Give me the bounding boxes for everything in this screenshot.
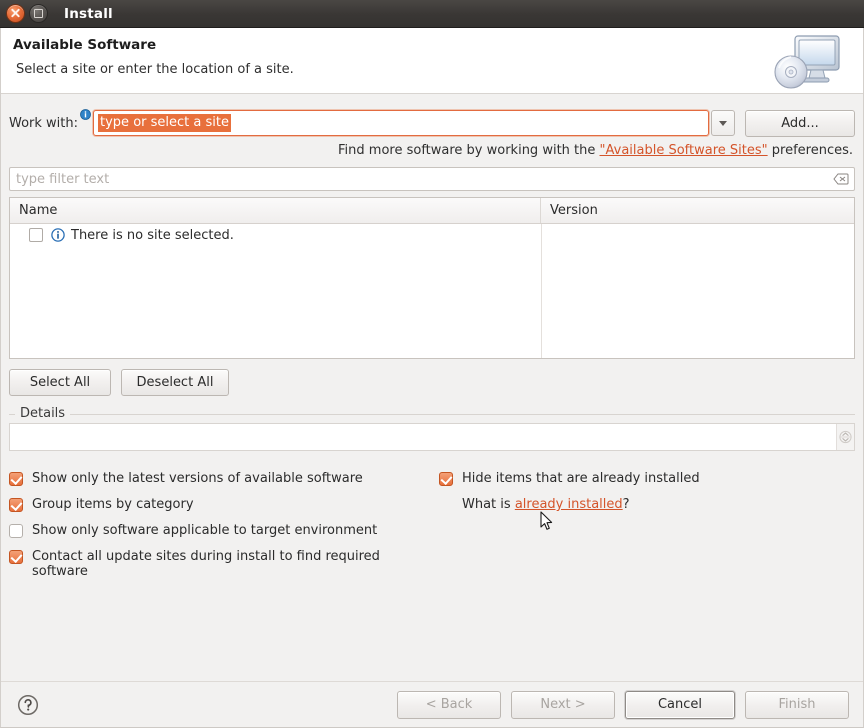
- options-section: Show only the latest versions of availab…: [9, 471, 855, 611]
- what-is-suffix: ?: [622, 497, 630, 512]
- option-label: Contact all update sites during install …: [32, 549, 380, 579]
- available-software-sites-link[interactable]: "Available Software Sites": [600, 143, 768, 158]
- checkbox-contact-all-update-sites[interactable]: [9, 550, 23, 564]
- filter-input[interactable]: type filter text: [9, 167, 855, 191]
- what-is-prefix: What is: [462, 497, 515, 512]
- info-decoration-icon: [80, 109, 91, 120]
- back-button[interactable]: < Back: [397, 690, 501, 719]
- checkbox-hide-already-installed[interactable]: [439, 472, 453, 486]
- window-titlebar: Install: [0, 0, 864, 28]
- options-column-right: Hide items that are already installed Wh…: [439, 471, 859, 512]
- install-dialog: Available Software Select a site or ente…: [0, 28, 864, 728]
- selection-buttons: Select All Deselect All: [9, 369, 855, 396]
- option-label: Group items by category: [32, 497, 194, 512]
- install-monitor-disc-icon: [771, 32, 849, 94]
- window-title: Install: [64, 5, 113, 22]
- option-label: Hide items that are already installed: [462, 471, 700, 486]
- details-group: Details: [9, 406, 855, 451]
- options-column-left: Show only the latest versions of availab…: [9, 471, 429, 590]
- what-is-already-installed-text: What is already installed?: [462, 497, 859, 512]
- software-tree[interactable]: Name Version There is no site selected.: [9, 197, 855, 359]
- checkbox-group-by-category[interactable]: [9, 498, 23, 512]
- info-icon: [51, 228, 65, 242]
- details-text: [10, 424, 836, 450]
- row-checkbox[interactable]: [29, 228, 43, 242]
- dialog-footer: < Back Next > Cancel Finish: [1, 681, 863, 727]
- option-label: Show only the latest versions of availab…: [32, 471, 363, 486]
- option-hide-already-installed[interactable]: Hide items that are already installed: [439, 471, 859, 486]
- dialog-banner: Available Software Select a site or ente…: [1, 28, 863, 94]
- next-button[interactable]: Next >: [511, 690, 615, 719]
- clear-text-icon[interactable]: [828, 168, 854, 190]
- checkbox-applicable-target-environment[interactable]: [9, 524, 23, 538]
- find-more-prefix: Find more software by working with the: [338, 143, 600, 158]
- work-with-row: Work with: type or select a site Add...: [9, 108, 855, 138]
- work-with-label: Work with:: [9, 115, 79, 131]
- page-subtitle: Select a site or enter the location of a…: [16, 62, 294, 77]
- column-header-name[interactable]: Name: [10, 198, 541, 223]
- option-group-by-category[interactable]: Group items by category: [9, 497, 429, 512]
- work-with-input[interactable]: type or select a site: [98, 114, 231, 132]
- select-all-button[interactable]: Select All: [9, 369, 111, 396]
- help-question-icon[interactable]: [15, 692, 41, 718]
- details-panel: [9, 423, 855, 451]
- close-icon[interactable]: [6, 4, 25, 23]
- option-label: Show only software applicable to target …: [32, 523, 378, 538]
- details-divider: [9, 414, 855, 415]
- work-with-combo[interactable]: type or select a site: [93, 110, 709, 136]
- cancel-button[interactable]: Cancel: [625, 690, 735, 719]
- page-title: Available Software: [13, 37, 157, 53]
- column-divider: [541, 224, 542, 358]
- details-label: Details: [15, 406, 71, 421]
- maximize-icon[interactable]: [29, 4, 48, 23]
- column-header-version[interactable]: Version: [541, 198, 854, 223]
- dialog-content: Work with: type or select a site Add... …: [1, 94, 863, 727]
- option-show-latest-versions[interactable]: Show only the latest versions of availab…: [9, 471, 429, 486]
- scroll-up-down-icon[interactable]: [836, 424, 854, 450]
- already-installed-link[interactable]: already installed: [515, 497, 623, 512]
- option-applicable-target-environment[interactable]: Show only software applicable to target …: [9, 523, 429, 538]
- tree-header: Name Version: [10, 198, 854, 224]
- row-name: There is no site selected.: [71, 227, 234, 243]
- find-more-suffix: preferences.: [767, 143, 853, 158]
- table-row[interactable]: There is no site selected.: [10, 224, 854, 246]
- tree-body: There is no site selected.: [10, 224, 854, 358]
- checkbox-show-latest-versions[interactable]: [9, 472, 23, 486]
- deselect-all-button[interactable]: Deselect All: [121, 369, 229, 396]
- work-with-dropdown-button[interactable]: [711, 110, 735, 136]
- find-more-software-text: Find more software by working with the "…: [9, 143, 855, 158]
- add-site-button[interactable]: Add...: [745, 109, 855, 137]
- filter-placeholder: type filter text: [16, 171, 110, 187]
- finish-button[interactable]: Finish: [745, 690, 849, 719]
- option-contact-all-update-sites[interactable]: Contact all update sites during install …: [9, 549, 429, 579]
- chevron-down-icon: [719, 120, 727, 126]
